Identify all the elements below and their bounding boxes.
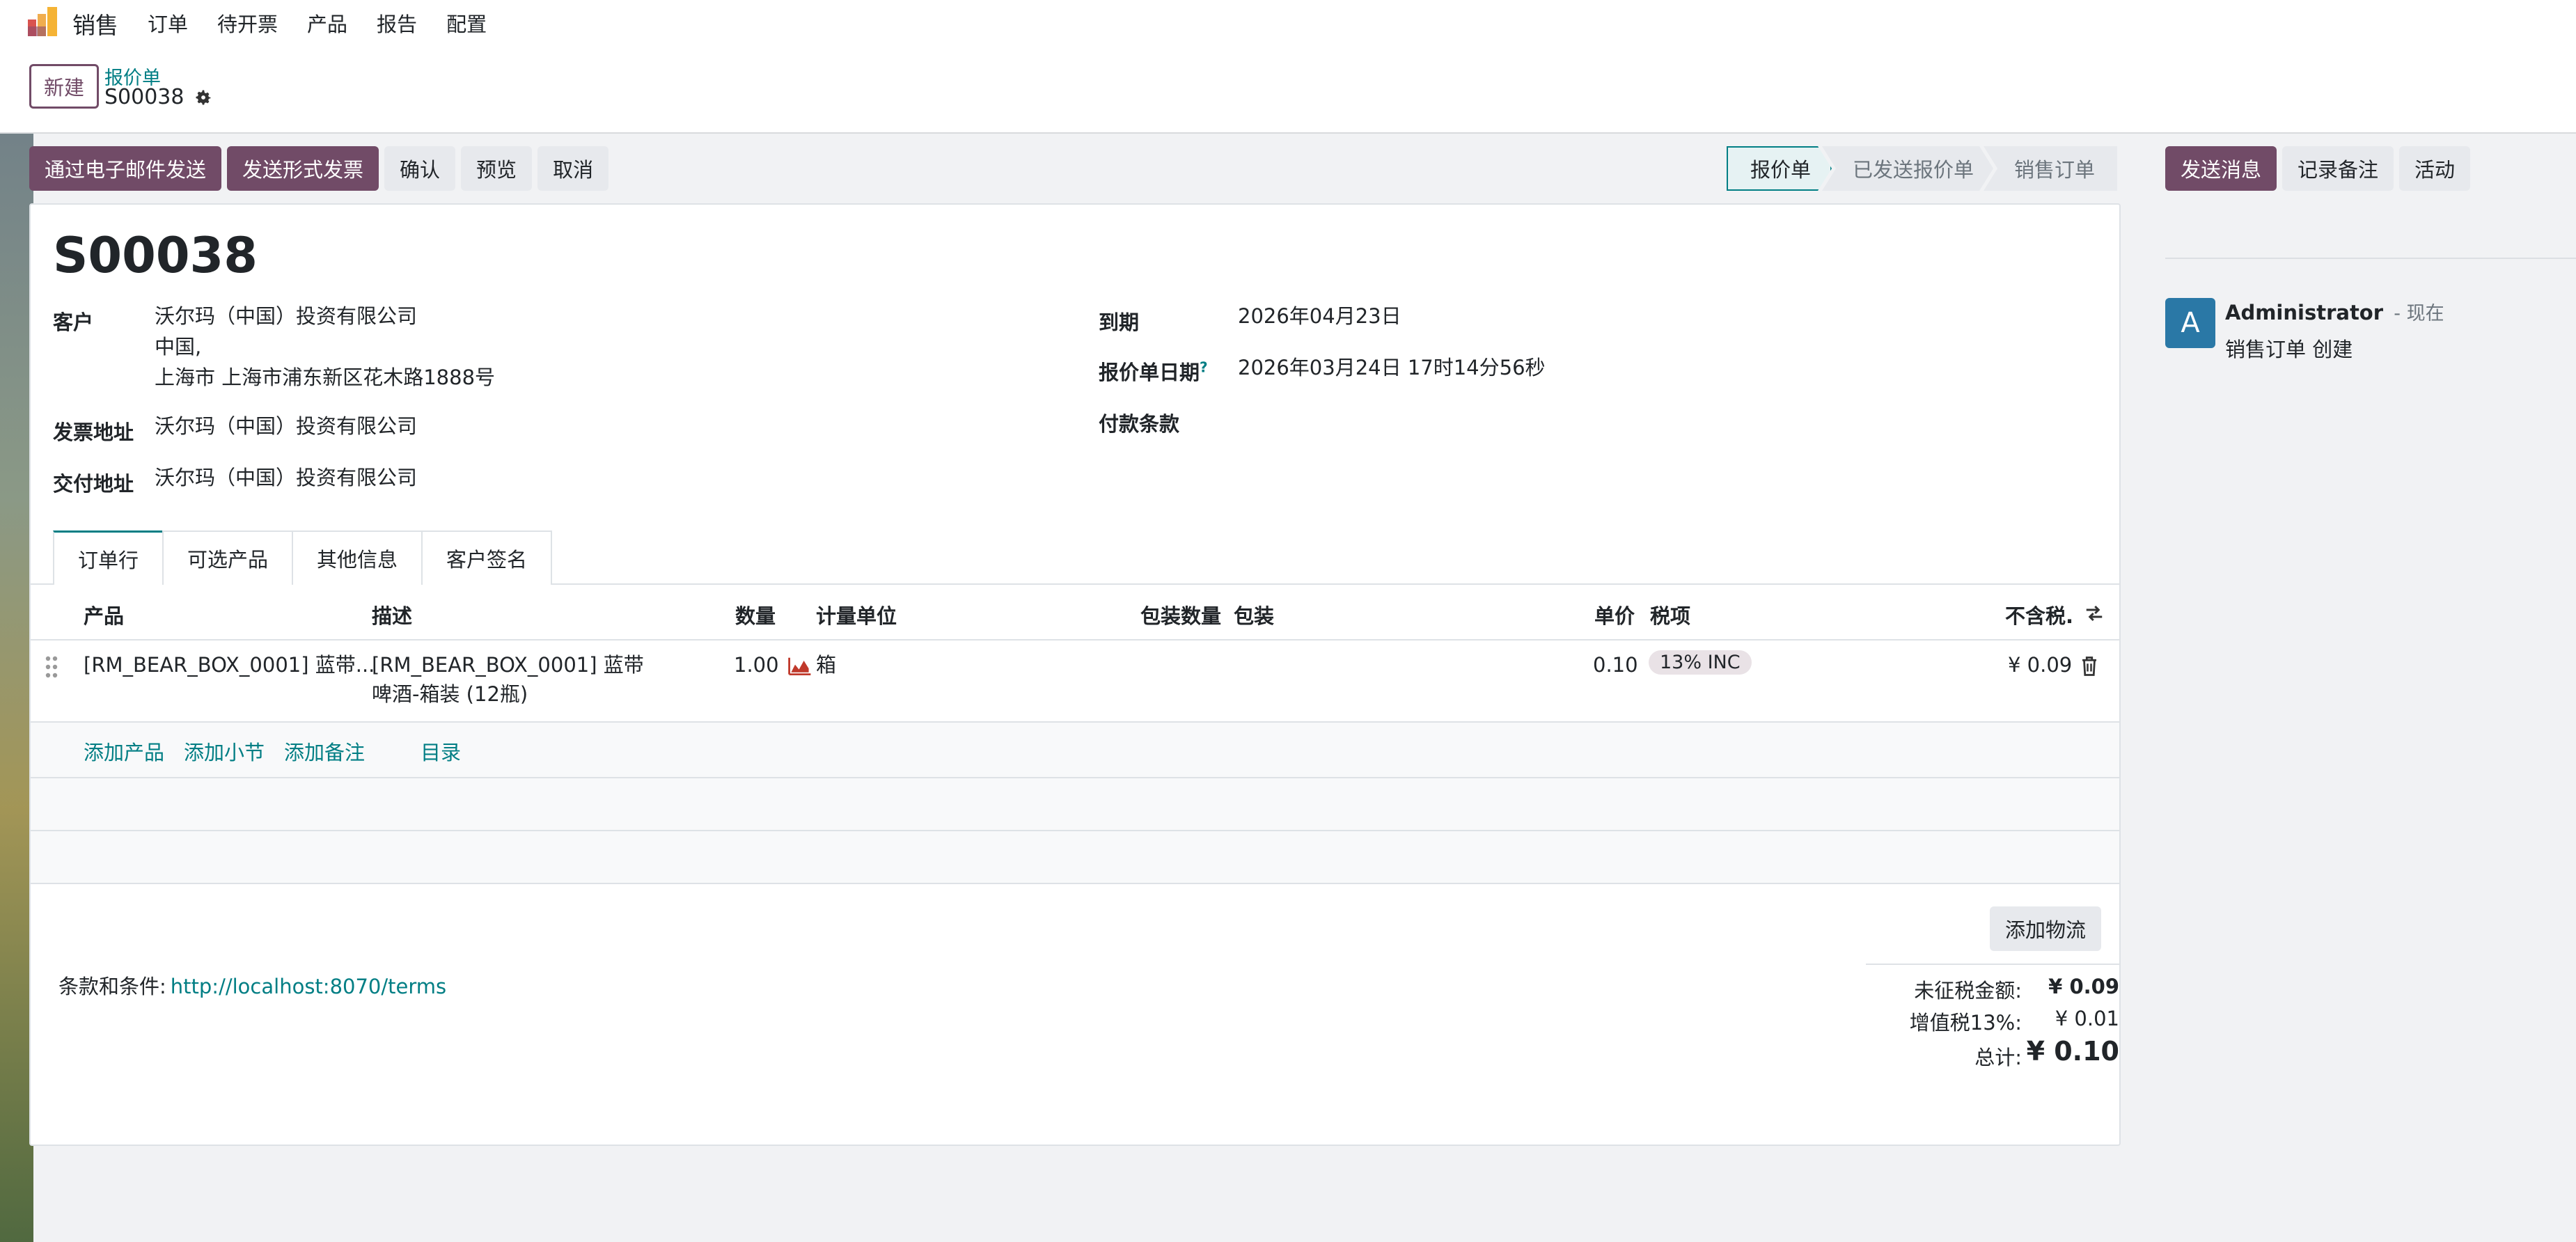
quotation-date-label: 报价单日期? (1099, 359, 1208, 384)
cell-subtotal: ¥ 0.09 (2008, 653, 2073, 677)
send-by-email-button[interactable]: 通过电子邮件发送 (29, 146, 222, 191)
cell-unit-price[interactable]: 0.10 (1593, 650, 1638, 679)
log-note-button[interactable]: 记录备注 (2282, 146, 2394, 191)
add-shipping-button[interactable]: 添加物流 (1990, 906, 2102, 951)
status-bar: 报价单 已发送报价单 销售订单 (1727, 146, 2118, 191)
payment-terms-field[interactable] (1238, 402, 1586, 433)
totals-divider (1866, 964, 2119, 965)
terms-and-conditions: 条款和条件: http://localhost:8070/terms (58, 970, 446, 1000)
add-product-link[interactable]: 添加产品 (84, 737, 164, 766)
column-header-product[interactable]: 产品 (84, 600, 124, 629)
confirm-button[interactable]: 确认 (384, 146, 456, 191)
tab-optional-products[interactable]: 可选产品 (162, 530, 294, 585)
cell-product[interactable]: [RM_BEAR_BOX_0001] 蓝带... (84, 650, 375, 679)
delivery-address-label: 交付地址 (53, 472, 134, 496)
trash-icon[interactable] (2080, 656, 2098, 677)
send-proforma-button[interactable]: 发送形式发票 (227, 146, 379, 191)
message-author[interactable]: Administrator (2225, 301, 2383, 324)
column-header-taxes[interactable]: 税项 (1650, 600, 1690, 629)
new-button[interactable]: 新建 (29, 64, 99, 109)
customer-country: 中国, (155, 335, 202, 359)
breadcrumb-current: S00038 (104, 85, 184, 109)
description-line: 啤酒-箱装 (12瓶) (372, 682, 528, 706)
notebook-tabs: 订单行 可选产品 其他信息 客户签名 (53, 530, 553, 585)
cancel-button[interactable]: 取消 (537, 146, 609, 191)
top-navbar: 销售 订单 待开票 产品 报告 配置 (0, 0, 2576, 43)
customer-address: 上海市 上海市浦东新区花木路1888号 (155, 365, 496, 389)
expiration-label: 到期 (1099, 310, 1140, 334)
message-time: - 现在 (2394, 303, 2444, 324)
empty-row (31, 778, 2119, 831)
vat-value: ¥ 0.01 (2055, 1007, 2119, 1030)
column-header-quantity[interactable]: 数量 (735, 600, 776, 629)
add-note-link[interactable]: 添加备注 (284, 737, 365, 766)
chatter-divider (2165, 258, 2576, 259)
menu-item-reporting[interactable]: 报告 (377, 8, 417, 38)
stage-quotation-sent[interactable]: 已发送报价单 (1822, 146, 1993, 191)
column-header-packaging-qty[interactable]: 包装数量 (1140, 600, 1221, 629)
tab-order-lines[interactable]: 订单行 (53, 530, 164, 585)
column-header-packaging[interactable]: 包装 (1234, 600, 1274, 629)
untaxed-amount-value: ¥ 0.09 (2048, 975, 2119, 998)
quotation-date-field[interactable]: 2026年03月24日 17时14分56秒 (1238, 352, 1546, 383)
drag-handle-icon[interactable] (45, 656, 58, 678)
column-header-uom[interactable]: 计量单位 (816, 600, 897, 629)
order-lines-header: 产品 描述 数量 计量单位 包装数量 包装 单价 税项 不含税. (31, 585, 2119, 640)
control-panel: 新建 报价单 S00038 (0, 43, 2576, 134)
expiration-field[interactable]: 2026年04月23日 (1238, 301, 1401, 331)
activity-button[interactable]: 活动 (2399, 146, 2471, 191)
payment-terms-label: 付款条款 (1099, 412, 1180, 436)
avatar[interactable]: A (2165, 298, 2215, 348)
desktop-background (0, 0, 33, 1242)
stage-quotation[interactable]: 报价单 (1727, 146, 1832, 191)
preview-button[interactable]: 预览 (461, 146, 533, 191)
description-line: [RM_BEAR_BOX_0001] 蓝带 (372, 653, 644, 677)
column-header-subtotal[interactable]: 不含税. (2005, 600, 2073, 629)
cell-uom[interactable]: 箱 (816, 650, 836, 679)
forecast-chart-icon[interactable] (788, 656, 812, 675)
total-value: ¥ 0.10 (2026, 1036, 2119, 1067)
menu-item-configuration[interactable]: 配置 (446, 8, 487, 38)
form-action-buttons: 通过电子邮件发送 发送形式发票 确认 预览 取消 (29, 146, 609, 191)
catalog-link[interactable]: 目录 (421, 737, 461, 766)
add-section-link[interactable]: 添加小节 (184, 737, 265, 766)
app-name[interactable]: 销售 (72, 7, 118, 40)
customer-field[interactable]: 沃尔玛（中国）投资有限公司 中国, 上海市 上海市浦东新区花木路1888号 (155, 301, 495, 393)
cell-description[interactable]: [RM_BEAR_BOX_0001] 蓝带 啤酒-箱装 (12瓶) (372, 650, 644, 709)
menu-item-to-invoice[interactable]: 待开票 (217, 8, 278, 38)
message-body: 销售订单 创建 (2225, 338, 2353, 361)
add-line-row: 添加产品 添加小节 添加备注 目录 (31, 723, 2119, 778)
column-settings-icon[interactable] (2083, 603, 2105, 624)
stage-sales-order[interactable]: 销售订单 (1984, 146, 2118, 191)
customer-label: 客户 (53, 310, 94, 334)
tab-customer-signature[interactable]: 客户签名 (421, 530, 553, 585)
send-message-button[interactable]: 发送消息 (2165, 146, 2277, 191)
delivery-address-field[interactable]: 沃尔玛（中国）投资有限公司 (155, 462, 417, 493)
message-content: Administrator - 现在 销售订单 创建 (2225, 298, 2444, 363)
chatter-actions: 发送消息 记录备注 活动 (2165, 146, 2471, 191)
column-header-unit-price[interactable]: 单价 (1594, 600, 1635, 629)
help-icon[interactable]: ? (1200, 359, 1208, 375)
invoice-address-label: 发票地址 (53, 420, 134, 444)
empty-row (31, 831, 2119, 884)
order-name: S00038 (53, 227, 258, 284)
gear-icon[interactable] (194, 88, 213, 107)
table-row[interactable]: [RM_BEAR_BOX_0001] 蓝带... [RM_BEAR_BOX_00… (31, 640, 2119, 723)
form-sheet: S00038 客户 沃尔玛（中国）投资有限公司 中国, 上海市 上海市浦东新区花… (29, 203, 2121, 1146)
tab-other-info[interactable]: 其他信息 (292, 530, 423, 585)
cell-quantity[interactable]: 1.00 (734, 650, 779, 679)
breadcrumb: S00038 (104, 85, 213, 109)
customer-name: 沃尔玛（中国）投资有限公司 (155, 304, 418, 328)
tax-badge[interactable]: 13% INC (1649, 650, 1752, 675)
main-menu: 订单 待开票 产品 报告 配置 (148, 8, 516, 38)
terms-link[interactable]: http://localhost:8070/terms (171, 975, 446, 998)
menu-item-orders[interactable]: 订单 (148, 8, 188, 38)
menu-item-products[interactable]: 产品 (307, 8, 347, 38)
sales-app-icon[interactable] (26, 6, 60, 38)
invoice-address-field[interactable]: 沃尔玛（中国）投资有限公司 (155, 411, 417, 441)
terms-label: 条款和条件: (58, 975, 166, 998)
chatter-message: A Administrator - 现在 销售订单 创建 (2165, 298, 2444, 363)
column-header-description[interactable]: 描述 (372, 600, 412, 629)
